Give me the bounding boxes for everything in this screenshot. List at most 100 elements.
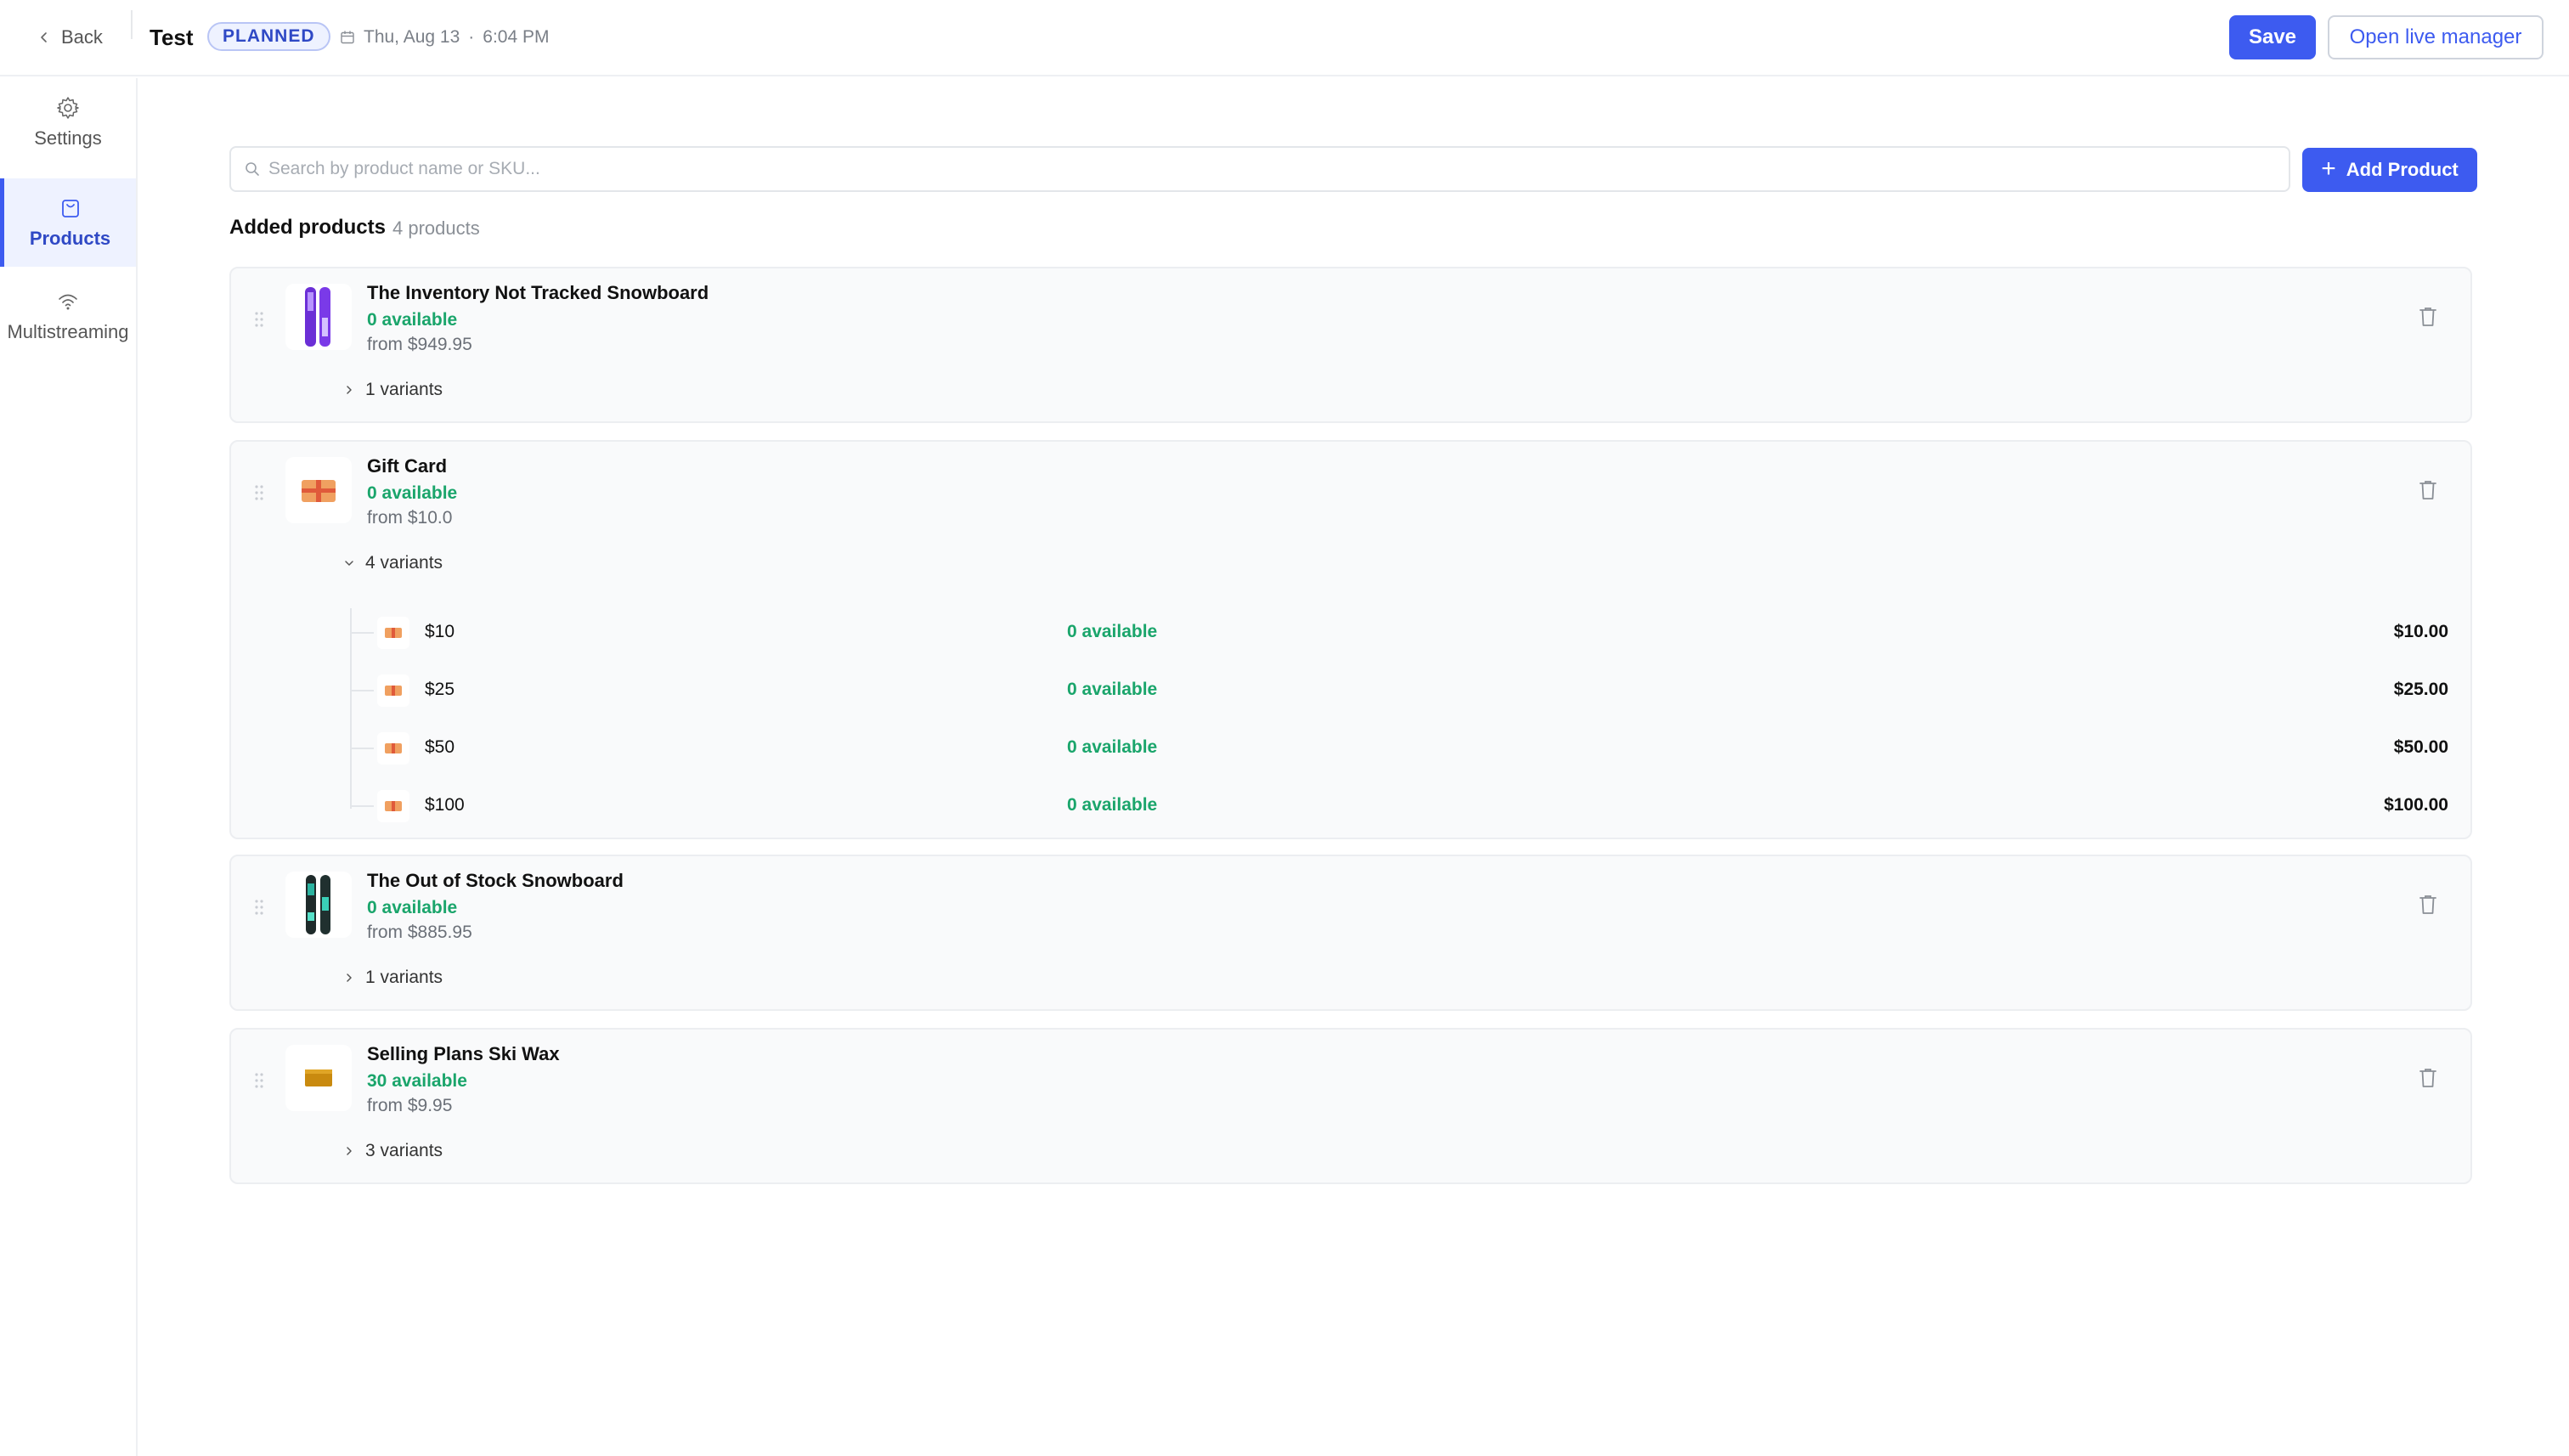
product-card: Selling Plans Ski Wax 30 available from …: [229, 1028, 2472, 1184]
gift-card-image: [302, 480, 336, 502]
variant-image: [377, 674, 409, 707]
product-price: from $10.0: [367, 508, 453, 528]
variant-availability: 0 available: [1067, 795, 1158, 815]
product-availability: 0 available: [367, 898, 458, 917]
tree-branch: [350, 748, 374, 749]
drag-handle-icon[interactable]: [253, 899, 265, 916]
search-icon: [246, 162, 259, 176]
product-search[interactable]: [229, 146, 2290, 192]
gear-icon: [57, 97, 79, 119]
trash-icon[interactable]: [2418, 479, 2438, 501]
schedule-date: Thu, Aug 13 · 6:04 PM: [340, 22, 549, 53]
variant-price: $50.00: [2393, 737, 2448, 757]
sidebar-item-multistreaming[interactable]: Multistreaming: [0, 272, 136, 360]
variant-list: $10 0 available $10.00 $25 0 available $…: [350, 608, 2457, 826]
shopping-bag-icon: [61, 200, 79, 217]
drag-handle-icon[interactable]: [253, 484, 265, 501]
gift-card-image: [385, 743, 402, 753]
wifi-icon: [59, 294, 77, 310]
add-product-button[interactable]: + Add Product: [2302, 148, 2477, 192]
variants-toggle[interactable]: 3 variants: [343, 1138, 443, 1164]
open-live-manager-button[interactable]: Open live manager: [2328, 15, 2544, 59]
ski-wax-image: [305, 1069, 332, 1086]
chevron-right-icon: [347, 973, 352, 982]
drag-handle-icon[interactable]: [253, 1072, 265, 1089]
tree-branch: [350, 632, 374, 634]
variant-row: $50 0 available $50.00: [350, 724, 2457, 775]
variant-price: $10.00: [2393, 622, 2448, 641]
product-price: from $885.95: [367, 923, 472, 942]
product-availability: 0 available: [367, 310, 458, 330]
snowboard-image: [306, 875, 330, 934]
variants-count: 1 variants: [365, 380, 443, 399]
chevron-right-icon: [347, 386, 352, 394]
variant-price: $25.00: [2393, 680, 2448, 699]
gift-card-image: [385, 628, 402, 638]
chevron-left-icon: [41, 32, 47, 42]
chevron-down-icon: [345, 561, 353, 566]
variant-price: $100.00: [2384, 795, 2448, 815]
product-image: [285, 872, 352, 938]
product-image: [285, 1045, 352, 1111]
variants-toggle[interactable]: 4 variants: [343, 550, 443, 576]
tree-branch: [350, 805, 374, 807]
variants-count: 3 variants: [365, 1141, 443, 1160]
snowboard-image: [305, 287, 330, 347]
variants-toggle[interactable]: 1 variants: [343, 965, 443, 990]
drag-handle-icon[interactable]: [253, 311, 265, 328]
product-count: 4 products: [392, 217, 480, 239]
variant-image: [377, 617, 409, 649]
variant-availability: 0 available: [1067, 622, 1158, 641]
product-image: [285, 457, 352, 523]
back-label: Back: [61, 26, 103, 48]
sidebar-item-label: Multistreaming: [7, 321, 129, 342]
sidebar: Settings Products Multistreaming: [0, 78, 138, 1456]
sidebar-item-label: Products: [29, 228, 111, 249]
date-separator: ·: [468, 27, 475, 47]
variant-availability: 0 available: [1067, 737, 1158, 757]
product-price: from $9.95: [367, 1096, 453, 1115]
product-card: Gift Card 0 available from $10.0 4 varia…: [229, 440, 2472, 839]
variant-row: $10 0 available $10.00: [350, 608, 2457, 659]
variants-count: 4 variants: [365, 553, 443, 573]
page-title: Test: [150, 25, 194, 50]
plus-icon: +: [2321, 154, 2336, 183]
variant-name: $100: [425, 795, 465, 815]
product-availability: 30 available: [367, 1071, 467, 1091]
trash-icon[interactable]: [2418, 1067, 2438, 1089]
chevron-right-icon: [347, 1147, 352, 1155]
variant-image: [377, 732, 409, 765]
product-name: Selling Plans Ski Wax: [367, 1043, 560, 1064]
search-input[interactable]: [268, 159, 2289, 179]
variant-image: [377, 790, 409, 822]
variant-name: $10: [425, 622, 455, 641]
section-title: Added products: [229, 216, 386, 239]
gift-card-image: [385, 801, 402, 811]
product-card: The Inventory Not Tracked Snowboard 0 av…: [229, 267, 2472, 423]
product-name: The Out of Stock Snowboard: [367, 870, 624, 891]
status-badge: PLANNED: [207, 22, 330, 51]
product-price: from $949.95: [367, 335, 472, 354]
back-button[interactable]: Back: [37, 22, 103, 53]
trash-icon[interactable]: [2418, 306, 2438, 328]
variants-toggle[interactable]: 1 variants: [343, 377, 443, 403]
save-button[interactable]: Save: [2229, 15, 2316, 59]
variant-name: $25: [425, 680, 455, 699]
variants-count: 1 variants: [365, 968, 443, 987]
sidebar-item-products[interactable]: Products: [0, 178, 136, 267]
sidebar-item-settings[interactable]: Settings: [0, 78, 136, 166]
header-divider: [131, 10, 133, 39]
sidebar-item-label: Settings: [34, 127, 102, 149]
date-text: Thu, Aug 13: [364, 27, 460, 47]
variant-row: $100 0 available $100.00: [350, 782, 2457, 832]
product-name: Gift Card: [367, 455, 448, 477]
add-product-label: Add Product: [2346, 159, 2459, 180]
product-card: The Out of Stock Snowboard 0 available f…: [229, 855, 2472, 1011]
time-text: 6:04 PM: [483, 27, 550, 47]
product-image: [285, 284, 352, 350]
trash-icon[interactable]: [2418, 894, 2438, 916]
top-header: Back Test PLANNED Thu, Aug 13 · 6:04 PM …: [0, 0, 2569, 76]
variant-availability: 0 available: [1067, 680, 1158, 699]
product-name: The Inventory Not Tracked Snowboard: [367, 282, 709, 303]
product-availability: 0 available: [367, 483, 458, 503]
